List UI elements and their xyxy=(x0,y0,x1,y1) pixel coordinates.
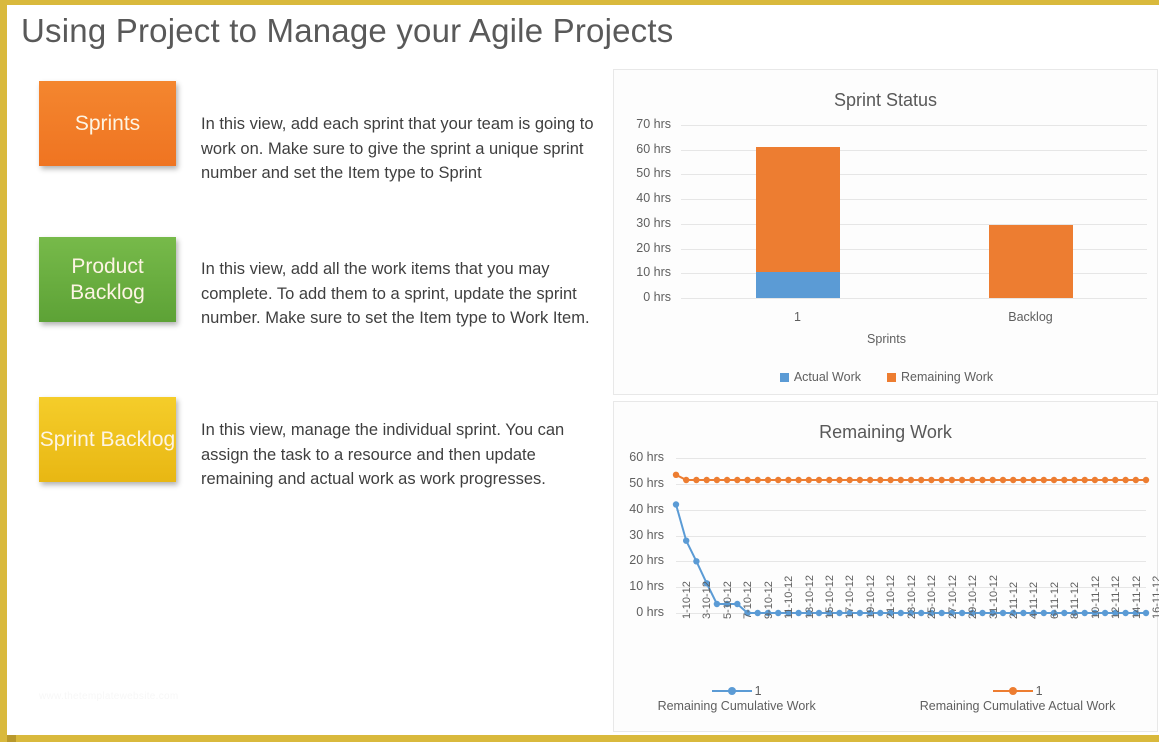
chip-sprint-backlog-label: Sprint Backlog xyxy=(39,427,176,451)
x-tick-label: 31-10-12 xyxy=(988,574,1000,619)
category-label: Backlog xyxy=(1008,310,1053,324)
gridline xyxy=(681,125,1147,126)
chip-product-backlog-label: Product Backlog xyxy=(70,254,145,304)
legend-label: Remaining Work xyxy=(900,370,994,384)
gridline xyxy=(681,249,1147,250)
legend-item[interactable]: Remaining Work xyxy=(886,370,994,384)
y-tick-label: 0 hrs xyxy=(643,290,671,304)
x-tick-label: 11-10-12 xyxy=(783,575,795,619)
slide-page: Using Project to Manage your Agile Proje… xyxy=(0,0,1159,742)
legend-label: Actual Work xyxy=(793,370,861,384)
y-tick-label: 60 hrs xyxy=(636,142,671,156)
y-tick-label: 70 hrs xyxy=(636,117,671,131)
y-tick-label: 10 hrs xyxy=(636,265,671,279)
legend-item[interactable]: 1 Remaining Cumulative Actual Work xyxy=(920,684,1116,713)
x-tick-label: 25-10-12 xyxy=(926,574,938,619)
gridline xyxy=(681,174,1147,175)
y-tick-label: 30 hrs xyxy=(636,216,671,230)
x-tick-label: 23-10-12 xyxy=(906,574,918,619)
description-sprints: In this view, add each sprint that your … xyxy=(201,115,594,182)
section-row-sprints: Sprints In this view, add each sprint th… xyxy=(21,81,601,211)
x-tick-label: 7-10-12 xyxy=(742,581,754,619)
legend-remaining-work: 1 Remaining Cumulative Work 1 Remaining Cum… xyxy=(614,684,1159,713)
legend-sprint-status: Actual Work Remaining Work xyxy=(614,370,1159,384)
legend-group-label: 1 xyxy=(754,684,762,698)
x-tick-label: 1-10-12 xyxy=(681,581,693,619)
legend-line-icon xyxy=(711,689,729,693)
legend-swatch-icon xyxy=(886,372,896,382)
page-title: Using Project to Manage your Agile Proje… xyxy=(21,12,674,49)
sections-column: Sprints In this view, add each sprint th… xyxy=(21,63,601,733)
x-tick-label: 6-11-12 xyxy=(1049,581,1061,619)
x-tick-label: 15-10-12 xyxy=(824,574,836,619)
legend-swatch-icon xyxy=(779,372,789,382)
gridline xyxy=(681,273,1147,274)
x-tick-label: 19-10-12 xyxy=(865,574,877,619)
gridline xyxy=(681,150,1147,151)
title-bar: Using Project to Manage your Agile Proje… xyxy=(21,5,1121,57)
chip-sprints[interactable]: Sprints xyxy=(39,81,176,166)
y-tick-label: 20 hrs xyxy=(636,241,671,255)
x-tick-label: 9-10-12 xyxy=(763,581,775,619)
legend-line-icon xyxy=(992,689,1010,693)
bar-segment xyxy=(989,225,1073,298)
chart-panel-sprint-status: Sprint Status 0 hrs 10 hrs 20 hrs 30 hrs 40 … xyxy=(613,69,1158,395)
x-tick-label: 2-11-12 xyxy=(1008,581,1020,619)
bar-segment xyxy=(756,147,840,272)
chart-panel-remaining-work: Remaining Work 0 hrs 10 hrs 20 hrs 30 hrs 40… xyxy=(613,401,1159,732)
legend-group-label: 1 xyxy=(1035,684,1043,698)
legend-label: Remaining Cumulative Actual Work xyxy=(919,699,1116,713)
x-tick-label: 5-10-12 xyxy=(722,581,734,619)
description-product-backlog: In this view, add all the work items tha… xyxy=(201,260,590,327)
section-row-product-backlog: Product Backlog In this view, add all th… xyxy=(21,237,601,367)
legend-line-icon xyxy=(1015,689,1033,693)
x-tick-label: 21-10-12 xyxy=(885,574,897,619)
x-tick-label: 8-11-12 xyxy=(1069,581,1081,619)
category-label: 1 xyxy=(794,310,801,324)
y-tick-label: 50 hrs xyxy=(636,166,671,180)
x-tick-label: 29-10-12 xyxy=(967,574,979,619)
x-tick-label: 13-10-12 xyxy=(804,574,816,619)
legend-item[interactable]: Actual Work xyxy=(779,370,861,384)
legend-label: Remaining Cumulative Work xyxy=(657,699,816,713)
x-tick-label: 17-10-12 xyxy=(844,574,856,619)
legend-marker-row: 1 xyxy=(711,684,762,698)
chip-product-backlog[interactable]: Product Backlog xyxy=(39,237,176,322)
x-tick-label: 3-10-12 xyxy=(701,581,713,619)
x-axis-title-sprint-status: Sprints xyxy=(867,332,906,346)
bar-segment xyxy=(756,272,840,298)
description-sprint-backlog: In this view, manage the individual spri… xyxy=(201,421,565,488)
x-tick-label: 12-11-12 xyxy=(1110,575,1122,619)
x-tick-label: 10-11-12 xyxy=(1090,575,1102,619)
chip-sprint-backlog[interactable]: Sprint Backlog xyxy=(39,397,176,482)
gridline xyxy=(681,199,1147,200)
legend-marker-row: 1 xyxy=(992,684,1043,698)
y-tick-label: 40 hrs xyxy=(636,191,671,205)
legend-item[interactable]: 1 Remaining Cumulative Work xyxy=(658,684,816,713)
watermark: www.thetemplatewebsite.com xyxy=(39,691,179,702)
chart-title-sprint-status: Sprint Status xyxy=(833,90,938,110)
gridline xyxy=(681,298,1147,299)
x-tick-label: 16-11-12 xyxy=(1151,575,1159,619)
legend-line-icon xyxy=(734,689,752,693)
chip-sprints-label: Sprints xyxy=(74,111,141,135)
section-row-sprint-backlog: Sprint Backlog In this view, manage the … xyxy=(21,397,601,527)
x-tick-label: 27-10-12 xyxy=(947,574,959,619)
gridline xyxy=(681,224,1147,225)
x-tick-label: 14-11-12 xyxy=(1131,575,1143,619)
x-tick-label: 4-11-12 xyxy=(1028,581,1040,619)
